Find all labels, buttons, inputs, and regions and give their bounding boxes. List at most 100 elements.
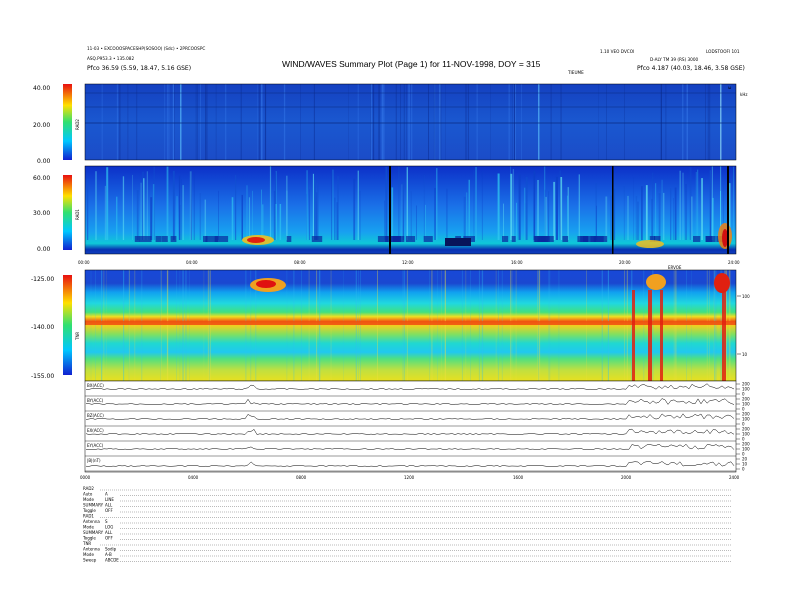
tnr-burst-1-core [256,280,276,288]
rad1-streak [391,187,394,240]
rad1-streak [252,190,253,240]
rad1-streak [273,190,276,240]
rad1-low-band [502,236,509,242]
rad1-streak [204,199,206,240]
stack-row-label: |B|(nT) [87,458,101,463]
tnr-streak [429,270,430,381]
tnr-spike [632,290,635,381]
rad2-panel: 40.00 20.00 0.00 RAD2 [33,83,737,165]
rad1-streak [537,180,539,240]
rad1-low-band [405,236,416,242]
rad2-streak [265,84,267,160]
rad1-low-band [161,236,168,242]
legend-key: SUMMARY [83,530,104,535]
legend-area: RAD2Auto AMode LINESUMMARY ALLToggle OFFRAD1… [82,486,731,563]
legend-value: LOG [105,525,113,530]
header-right-line3: Pfco 4.187 (40.03, 18.46, 3.58 GSE) [637,65,745,72]
rad1-streak [709,170,711,240]
tnr-colorbar [63,275,72,375]
tnr-streak [537,270,539,381]
tnr-streak [189,270,190,381]
rad1-streak [695,172,697,240]
rad2-streak [119,84,121,160]
rad1-streak [312,173,314,240]
rad1-streak [331,171,333,240]
tnr-streak [706,270,708,381]
rad1-streak [166,166,169,240]
tnr-streak [444,270,446,381]
rad2-streak [515,84,516,160]
rad1-streak [136,190,139,240]
bottom-tick-4: 1600 [513,475,524,480]
mid-tick-3: 12:00 [402,260,414,265]
rad1-streak [701,178,703,240]
rad1-streak [309,189,310,240]
legend-key: Antenna [83,547,100,552]
rad2-streak [400,84,401,160]
legend-value: LINE [105,497,114,502]
tnr-streak [511,270,513,381]
legend-key: Antenna [83,519,100,524]
rad2-streak [378,84,380,160]
rad1-streak [548,191,550,240]
tnr-streak [301,270,302,381]
tnr-streak [510,270,511,381]
rad1-streak [199,193,201,240]
tnr-streak [402,270,404,381]
header-left-line1: 11-03 • EXCOOOSPACESHP(SOSOO) (Sdc) • 2P… [87,46,205,51]
legend-value: S [105,519,108,524]
rad1-streak [711,166,713,240]
mid-tick-4: 16:00 [511,260,523,265]
rad1-gap-line-2 [612,166,614,254]
tnr-streak [404,270,405,381]
mid-tick-1: 04:00 [186,260,198,265]
rad1-streak [663,192,665,240]
legend-key: Toggle [82,508,96,513]
legend-value: ABCDE [105,558,119,563]
rad1-low-band [311,236,323,242]
rad1-streak [401,184,403,240]
rad1-streak [172,170,175,240]
rad2-ytick-bottom: 0.00 [37,158,51,165]
rad1-streak [246,185,248,240]
rad2-streak [215,84,217,160]
tnr-streak [626,270,628,381]
rad1-streak [150,197,153,240]
rad1-streak [423,174,425,240]
rad2-streak [440,84,442,160]
rad2-colorbar [63,84,72,160]
tnr-right-tick-top: 100 [742,294,750,299]
rad1-streak [510,173,513,240]
bottom-tick-6: 2400 [729,475,740,480]
tnr-streak [343,270,344,381]
rad1-streak [516,202,517,240]
rad1-low-band [511,236,516,242]
rad2-streak [258,84,261,160]
rad1-streak [658,193,661,240]
legend-value: A [105,492,108,497]
rad2-streak [174,84,175,160]
legend-key: Auto [83,492,93,497]
rad2-streak [428,84,429,160]
rad1-streak [512,169,514,240]
rad2-streak [172,84,174,160]
tnr-streak [686,270,687,381]
rad1-streak [189,171,192,240]
rad2-streak [167,84,169,160]
rad1-streak [279,204,282,240]
tnr-right-tick-bottom: 10 [742,352,748,357]
rad1-streak [406,167,408,240]
rad1-streak [132,174,133,240]
rad1-streak [410,191,412,240]
rad1-streak [180,204,181,240]
summary-plot-page: 11-03 • EXCOOOSPACESHP(SOSOO) (Sdc) • 2P… [31,46,750,563]
rad1-low-band [597,236,608,242]
rad1-streak [473,170,475,240]
rad1-low-band [203,236,208,242]
rad1-streak [596,205,597,240]
rad2-spectrogram [85,84,736,160]
rad1-streak [106,167,109,240]
rad1-streak [384,200,386,240]
rad1-streak [436,168,438,240]
tnr-ytick-top: -125.00 [31,276,54,283]
